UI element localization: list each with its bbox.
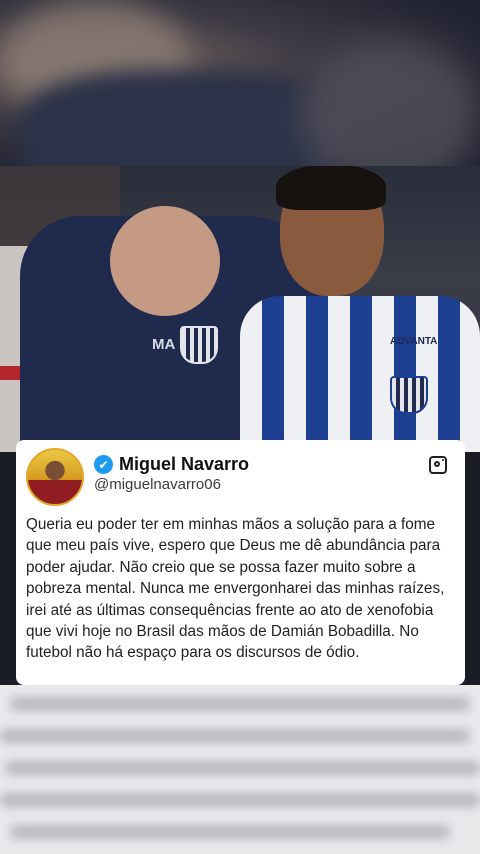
verified-badge-icon: ✔ <box>94 455 113 474</box>
news-photo: MA ADVANTA <box>0 166 480 452</box>
background-blurred-photo-top <box>0 0 480 166</box>
instagram-icon[interactable] <box>429 456 447 474</box>
background-blurred-text-bottom <box>0 685 480 854</box>
author-name[interactable]: Miguel Navarro <box>119 454 249 475</box>
player-figure: ADVANTA <box>240 296 480 452</box>
avatar[interactable] <box>26 448 84 506</box>
author-handle[interactable]: @miguelnavarro06 <box>94 476 221 493</box>
club-crest <box>180 326 218 364</box>
player-club-crest <box>390 376 428 414</box>
post-text: Queria eu poder ter em minhas mãos a sol… <box>26 516 445 662</box>
coach-shirt-text: MA <box>152 336 176 353</box>
author-row: ✔ Miguel Navarro <box>94 454 249 475</box>
post-card[interactable]: ✔ Miguel Navarro @miguelnavarro06 Queria… <box>16 440 465 685</box>
player-sponsor-text: ADVANTA <box>390 336 438 347</box>
